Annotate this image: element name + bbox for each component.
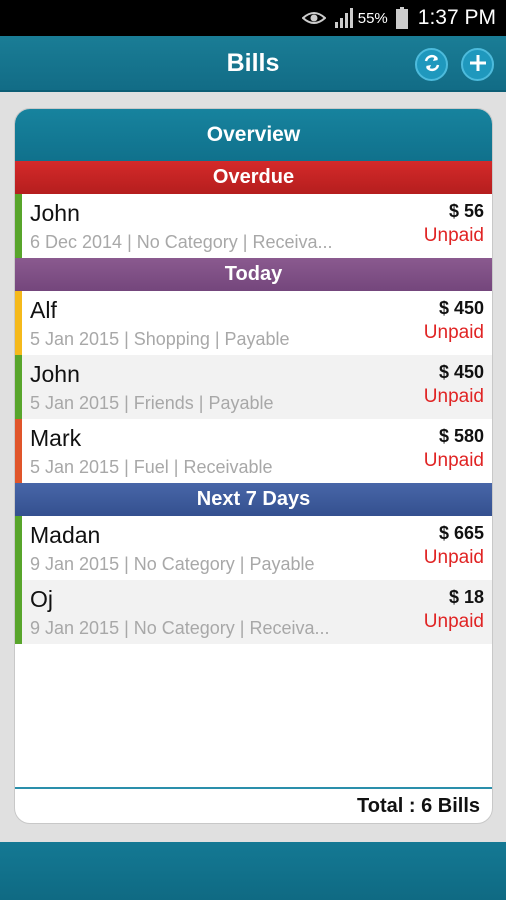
category-stripe (15, 355, 22, 419)
sync-button[interactable] (415, 48, 448, 81)
bill-row[interactable]: John 5 Jan 2015 | Friends | Payable $ 45… (15, 355, 492, 419)
category-stripe (15, 580, 22, 644)
bill-meta: 5 Jan 2015 | Friends | Payable (30, 393, 274, 413)
total-footer: Total : 6 Bills (15, 787, 492, 823)
bill-amount: $ 56 (448, 201, 484, 221)
clock: 1:37 PM (417, 6, 496, 29)
bill-name: John (30, 200, 80, 226)
bill-amount: $ 450 (438, 298, 484, 318)
bill-amount: $ 450 (438, 362, 484, 382)
battery-icon (395, 7, 408, 29)
bill-row[interactable]: Alf 5 Jan 2015 | Shopping | Payable $ 45… (15, 291, 492, 355)
status-bar: 55% 1:37 PM (0, 0, 506, 36)
bill-meta: 9 Jan 2015 | No Category | Payable (30, 554, 315, 574)
bill-meta: 5 Jan 2015 | Fuel | Receivable (30, 457, 273, 477)
app-bar: Bills (0, 36, 506, 92)
bill-status: Unpaid (423, 322, 484, 343)
eye-icon (301, 10, 326, 26)
add-bill-button[interactable] (461, 48, 494, 81)
sync-icon (422, 53, 442, 77)
bill-name: Madan (30, 522, 101, 548)
bill-status: Unpaid (423, 386, 484, 407)
section-next7-header: Next 7 Days (15, 483, 492, 516)
bill-row[interactable]: Mark 5 Jan 2015 | Fuel | Receivable $ 58… (15, 419, 492, 483)
bill-amount: $ 580 (438, 426, 484, 446)
card-title: Overview (15, 109, 492, 161)
bill-name: Oj (30, 586, 53, 612)
bill-row[interactable]: John 6 Dec 2014 | No Category | Receiva.… (15, 194, 492, 258)
bill-meta: 6 Dec 2014 | No Category | Receiva... (30, 232, 333, 252)
bill-status: Unpaid (423, 450, 484, 471)
bill-row[interactable]: Madan 9 Jan 2015 | No Category | Payable… (15, 516, 492, 580)
battery-percent: 55% (357, 9, 388, 27)
category-stripe (15, 291, 22, 355)
signal-icon (334, 8, 354, 28)
bill-status: Unpaid (423, 611, 484, 632)
bill-meta: 5 Jan 2015 | Shopping | Payable (30, 329, 290, 349)
category-stripe (15, 516, 22, 580)
bill-name: Mark (30, 425, 82, 451)
category-stripe (15, 194, 22, 258)
plus-icon (468, 53, 488, 77)
bill-name: Alf (30, 297, 57, 323)
overview-card: Overview Overdue John 6 Dec 2014 | No Ca… (14, 108, 493, 824)
section-today-header: Today (15, 258, 492, 291)
bill-name: John (30, 361, 80, 387)
app-title: Bills (226, 48, 280, 77)
bill-status: Unpaid (423, 225, 484, 246)
bill-amount: $ 18 (448, 587, 484, 607)
bill-meta: 9 Jan 2015 | No Category | Receiva... (30, 618, 330, 638)
section-overdue-header: Overdue (15, 161, 492, 194)
category-stripe (15, 419, 22, 483)
bill-amount: $ 665 (438, 523, 484, 543)
bottom-bar (0, 842, 506, 900)
bill-status: Unpaid (423, 547, 484, 568)
bill-row[interactable]: Oj 9 Jan 2015 | No Category | Receiva...… (15, 580, 492, 644)
